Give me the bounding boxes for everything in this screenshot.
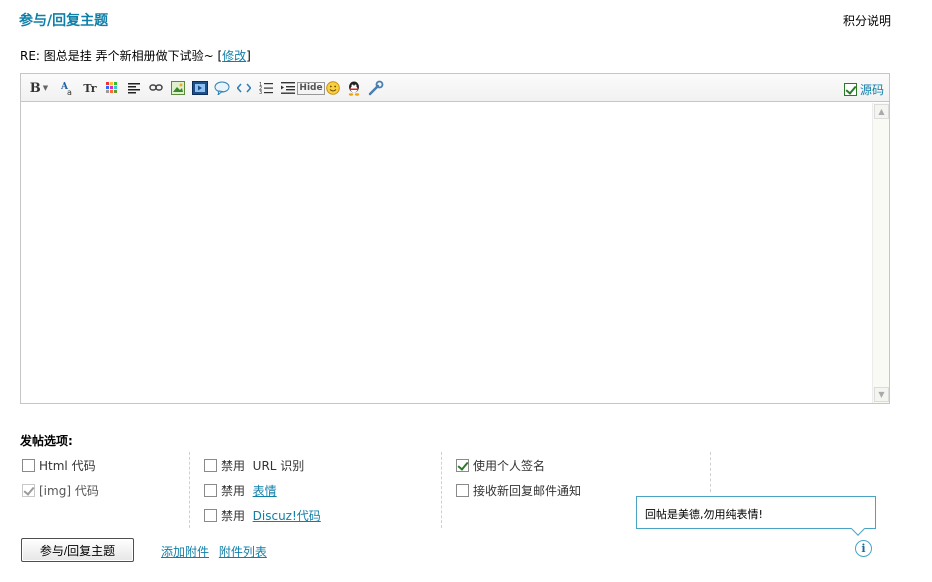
qq-icon[interactable] bbox=[345, 79, 363, 97]
reply-subject: RE: 图总是挂 弄个新相册做下试验~ [修改] bbox=[20, 47, 251, 64]
scroll-up-arrow-icon[interactable]: ▲ bbox=[874, 104, 889, 119]
quote-icon[interactable] bbox=[213, 79, 231, 97]
points-help-link[interactable]: 积分说明 bbox=[843, 12, 891, 29]
media-icon[interactable] bbox=[191, 79, 209, 97]
bold-glyph: B bbox=[29, 80, 41, 96]
editor-toolbar: B ▼ Aa Tr 123 Hide 源码 bbox=[21, 74, 889, 102]
post-options-label: 发帖选项: bbox=[20, 434, 73, 448]
message-textarea[interactable] bbox=[21, 103, 872, 403]
options-divider bbox=[441, 452, 442, 528]
disable-discuz-prefix: 禁用 bbox=[221, 509, 246, 523]
option-img-code: [img] 代码 bbox=[22, 482, 99, 499]
email-notify-label: 接收新回复邮件通知 bbox=[473, 484, 582, 498]
discuz-code-link[interactable]: Discuz!代码 bbox=[253, 507, 321, 524]
color-icon[interactable] bbox=[103, 79, 121, 97]
img-code-checkbox bbox=[22, 484, 35, 497]
edit-subject-link[interactable]: 修改 bbox=[222, 49, 246, 63]
use-signature-label: 使用个人签名 bbox=[473, 459, 546, 473]
hide-glyph: Hide bbox=[297, 81, 325, 95]
use-signature-checkbox[interactable] bbox=[456, 459, 469, 472]
option-html-code[interactable]: Html 代码 bbox=[22, 457, 96, 474]
edit-bracket-close: ] bbox=[246, 49, 251, 63]
options-divider bbox=[189, 452, 190, 528]
editor-scrollbar[interactable]: ▲ ▼ bbox=[872, 103, 889, 403]
code-icon[interactable] bbox=[235, 79, 253, 97]
page-title: 参与/回复主题 bbox=[19, 13, 109, 29]
disable-url-prefix: 禁用 bbox=[221, 459, 246, 473]
html-code-checkbox[interactable] bbox=[22, 459, 35, 472]
post-editor: B ▼ Aa Tr 123 Hide 源码 ▲ ▼ bbox=[20, 73, 890, 404]
hide-icon[interactable]: Hide bbox=[297, 79, 325, 97]
indent-icon[interactable] bbox=[279, 79, 297, 97]
svg-text:3: 3 bbox=[259, 90, 262, 95]
font-size-icon[interactable]: Tr bbox=[81, 79, 99, 97]
img-code-label: [img] 代码 bbox=[39, 484, 99, 498]
options-divider bbox=[710, 452, 711, 492]
option-use-signature[interactable]: 使用个人签名 bbox=[456, 457, 545, 474]
source-mode-label: 源码 bbox=[859, 83, 884, 97]
source-mode-checkbox[interactable] bbox=[843, 83, 857, 96]
option-email-notify[interactable]: 接收新回复邮件通知 bbox=[456, 482, 581, 499]
smilies-link[interactable]: 表情 bbox=[253, 482, 277, 499]
attachment-list-link[interactable]: 附件列表 bbox=[219, 545, 267, 559]
svg-text:a: a bbox=[67, 88, 72, 96]
option-disable-discuz-code[interactable]: 禁用 Discuz!代码 bbox=[204, 507, 321, 524]
disable-url-label: URL 识别 bbox=[252, 459, 305, 473]
scroll-down-arrow-icon[interactable]: ▼ bbox=[874, 387, 889, 402]
info-icon[interactable]: i bbox=[855, 540, 872, 557]
ordered-list-icon[interactable]: 123 bbox=[257, 79, 275, 97]
bold-icon[interactable]: B ▼ bbox=[28, 79, 50, 97]
subject-text: RE: 图总是挂 弄个新相册做下试验~ bbox=[20, 49, 218, 63]
font-family-icon[interactable]: Aa bbox=[59, 79, 77, 97]
email-notify-checkbox[interactable] bbox=[456, 484, 469, 497]
font-size-glyph: Tr bbox=[83, 81, 97, 95]
tools-icon[interactable] bbox=[367, 79, 385, 97]
image-icon[interactable] bbox=[169, 79, 187, 97]
link-icon[interactable] bbox=[147, 79, 165, 97]
html-code-label: Html 代码 bbox=[39, 459, 96, 473]
attachment-links: 添加附件 附件列表 bbox=[161, 543, 273, 560]
option-disable-smilies[interactable]: 禁用 表情 bbox=[204, 482, 277, 499]
add-attachment-link[interactable]: 添加附件 bbox=[161, 545, 209, 559]
disable-smilies-checkbox[interactable] bbox=[204, 484, 217, 497]
option-disable-url[interactable]: 禁用 URL 识别 bbox=[204, 457, 304, 474]
disable-url-checkbox[interactable] bbox=[204, 459, 217, 472]
align-icon[interactable] bbox=[125, 79, 143, 97]
smiley-icon[interactable] bbox=[324, 79, 342, 97]
source-mode-toggle[interactable]: 源码 bbox=[843, 81, 884, 98]
submit-reply-button[interactable]: 参与/回复主题 bbox=[21, 538, 134, 562]
disable-discuz-checkbox[interactable] bbox=[204, 509, 217, 522]
reply-tip-tooltip: 回帖是美德,勿用纯表情! bbox=[636, 496, 876, 529]
disable-smilies-prefix: 禁用 bbox=[221, 484, 246, 498]
